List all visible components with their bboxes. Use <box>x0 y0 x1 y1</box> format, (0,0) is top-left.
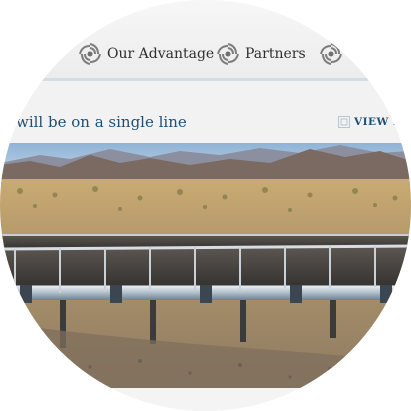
nav-item-left-edge[interactable] <box>0 42 25 66</box>
swirl-logo-icon <box>319 42 343 66</box>
page-background-bottom <box>0 388 411 411</box>
grid-icon <box>338 116 350 128</box>
swirl-logo-icon <box>216 42 240 66</box>
nav-label: Our Advantage <box>107 46 215 62</box>
nav-item-our-advantage[interactable]: Our Advantage <box>78 42 214 66</box>
hero-image <box>0 143 411 388</box>
banner-band <box>0 81 411 143</box>
view-full-link[interactable]: VIEW FU <box>338 116 411 128</box>
banner-title: will be on a single line <box>16 113 187 131</box>
collector-row-front <box>0 244 411 303</box>
top-navigation: Our Advantage Partners <box>0 0 411 81</box>
view-link-label: VIEW FU <box>354 116 411 128</box>
nav-item-partners[interactable]: Partners <box>216 42 306 66</box>
nav-label: Partners <box>245 46 306 62</box>
nav-item-next[interactable] <box>319 42 348 66</box>
swirl-logo-icon <box>78 42 102 66</box>
swirl-logo-icon <box>0 42 20 66</box>
magnifier-lens: Our Advantage Partners will be on a sing… <box>0 0 411 411</box>
